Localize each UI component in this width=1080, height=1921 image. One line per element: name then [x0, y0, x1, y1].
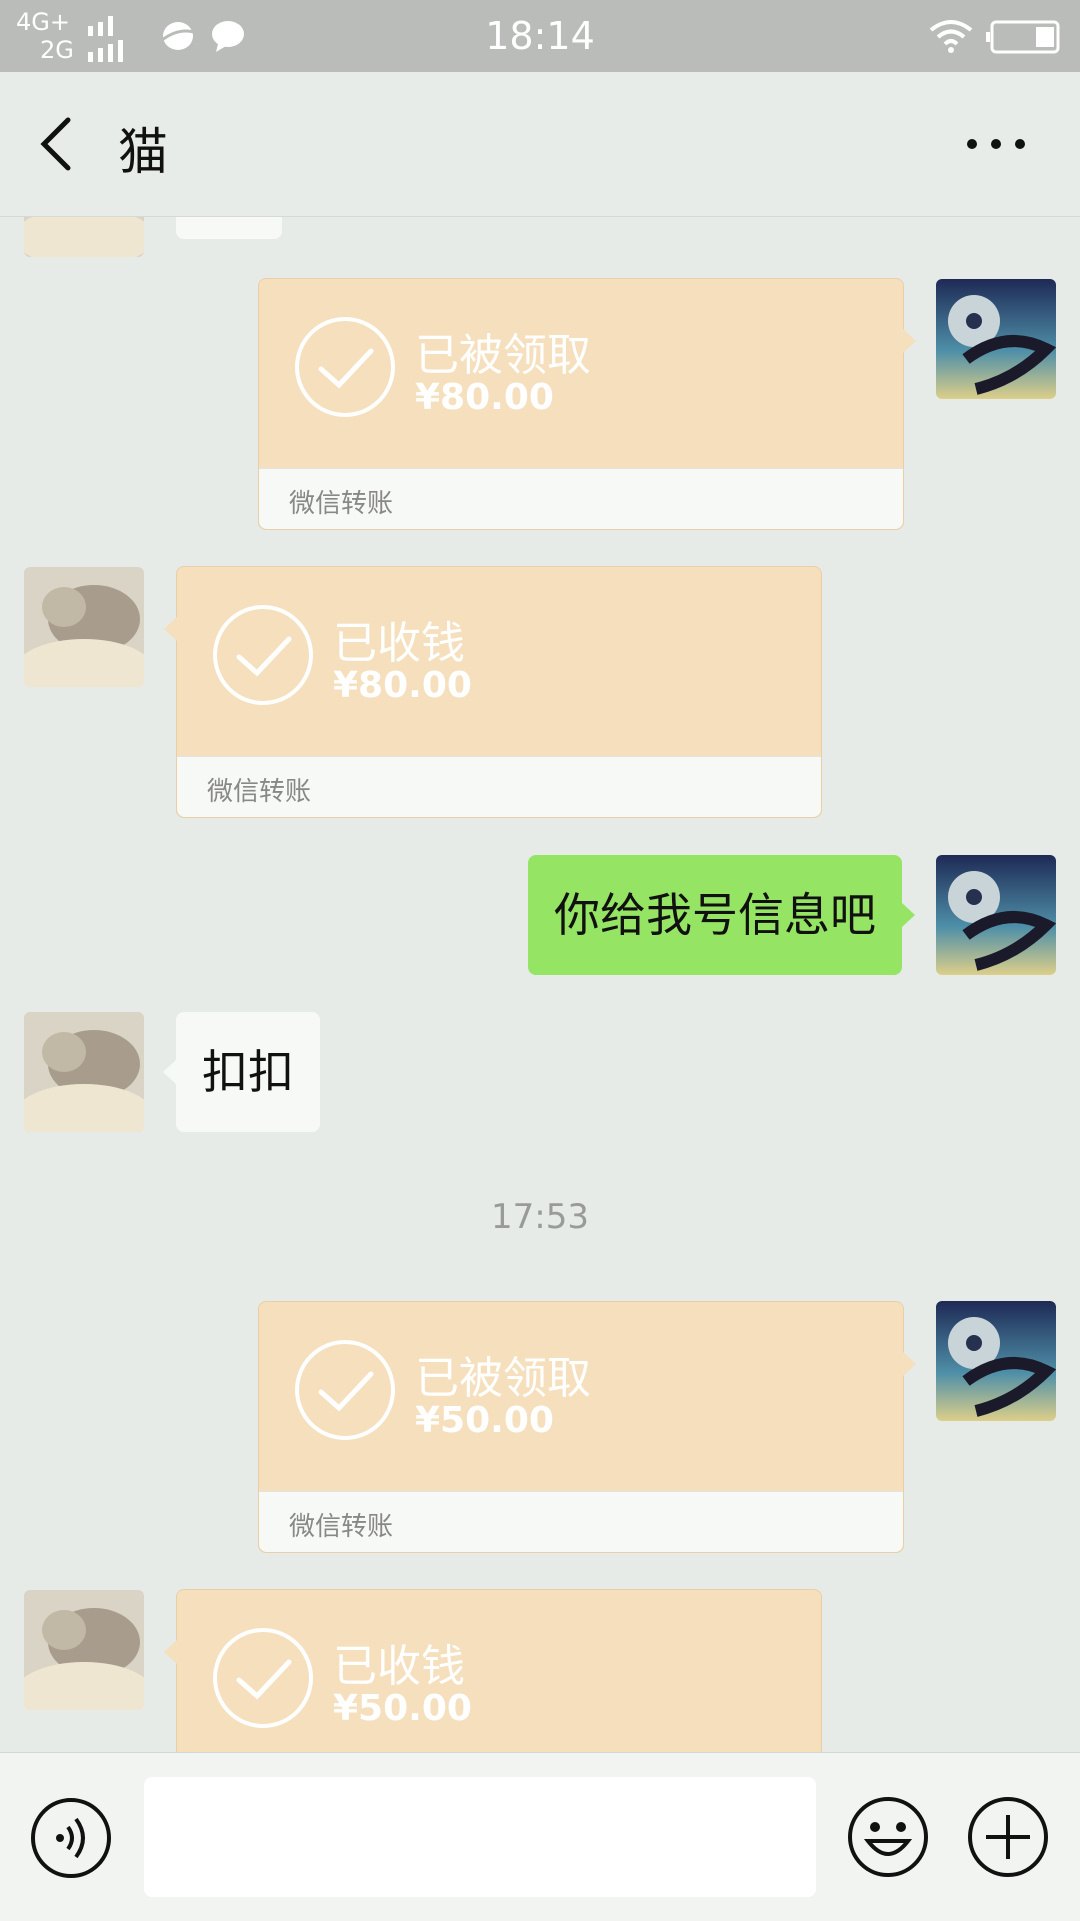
- message-bubble-partial[interactable]: [176, 217, 282, 239]
- contact-avatar[interactable]: [24, 217, 144, 257]
- check-circle-icon: [213, 605, 313, 705]
- contact-avatar[interactable]: [24, 1012, 144, 1132]
- contact-avatar[interactable]: [24, 567, 144, 687]
- transfer-status: 已被领取: [415, 330, 591, 381]
- bubble-tail: [163, 1060, 176, 1084]
- check-circle-icon: [295, 1340, 395, 1440]
- transfer-footer: 微信转账: [259, 1491, 903, 1552]
- transfer-footer: 微信转账: [259, 468, 903, 529]
- transfer-amount: ¥50.00: [333, 1688, 472, 1729]
- bubble-tail: [903, 1352, 916, 1376]
- transfer-amount: ¥80.00: [415, 377, 554, 418]
- message-list[interactable]: 已被领取 ¥80.00 微信转账 已收钱 ¥80.00 微信转账 你给我号信息吧…: [0, 217, 1080, 1752]
- transfer-label: 微信转账: [289, 1512, 394, 1542]
- status-time: 18:14: [485, 14, 595, 58]
- sent-message-bubble[interactable]: 你给我号信息吧: [528, 855, 915, 975]
- check-circle-icon: [295, 317, 395, 417]
- transfer-label: 微信转账: [289, 489, 394, 519]
- emoji-icon[interactable]: [846, 1795, 930, 1879]
- input-bar: [0, 1752, 1080, 1921]
- bubble-tail: [164, 617, 177, 641]
- transfer-amount: ¥80.00: [333, 665, 472, 706]
- message-text: 扣扣: [202, 1045, 294, 1099]
- transfer-label: 微信转账: [207, 777, 312, 807]
- message-input[interactable]: [144, 1777, 816, 1897]
- transfer-status: 已收钱: [333, 1641, 465, 1692]
- more-dots-icon[interactable]: [964, 128, 1028, 160]
- plus-icon[interactable]: [966, 1795, 1050, 1879]
- transfer-card[interactable]: 已收钱 ¥50.00: [164, 1589, 822, 1752]
- bubble-tail: [164, 1640, 177, 1664]
- bubble-tail: [903, 329, 916, 353]
- transfer-footer: 微信转账: [177, 756, 821, 817]
- chevron-left-icon[interactable]: [36, 114, 76, 174]
- received-message-bubble[interactable]: 扣扣: [163, 1012, 320, 1132]
- bubble-tail: [902, 903, 915, 927]
- chat-title: 猫: [118, 123, 168, 181]
- self-avatar[interactable]: [936, 1301, 1056, 1421]
- wifi-icon: [929, 20, 973, 53]
- chat-header: 猫: [0, 72, 1080, 217]
- message-text: 你给我号信息吧: [554, 888, 876, 942]
- battery-icon: [986, 20, 1060, 54]
- self-avatar[interactable]: [936, 855, 1056, 975]
- transfer-amount: ¥50.00: [415, 1400, 554, 1441]
- transfer-card[interactable]: 已收钱 ¥80.00 微信转账: [164, 566, 822, 818]
- transfer-status: 已被领取: [415, 1353, 591, 1404]
- check-circle-icon: [213, 1628, 313, 1728]
- transfer-status: 已收钱: [333, 618, 465, 669]
- voice-icon[interactable]: [30, 1797, 112, 1879]
- transfer-card[interactable]: 已被领取 ¥80.00 微信转账: [258, 278, 916, 530]
- contact-avatar[interactable]: [24, 1590, 144, 1710]
- self-avatar[interactable]: [936, 279, 1056, 399]
- message-timestamp: 17:53: [491, 1197, 589, 1237]
- status-bar: 4G+ 2G 18:14: [0, 0, 1080, 72]
- transfer-card[interactable]: 已被领取 ¥50.00 微信转账: [258, 1301, 916, 1553]
